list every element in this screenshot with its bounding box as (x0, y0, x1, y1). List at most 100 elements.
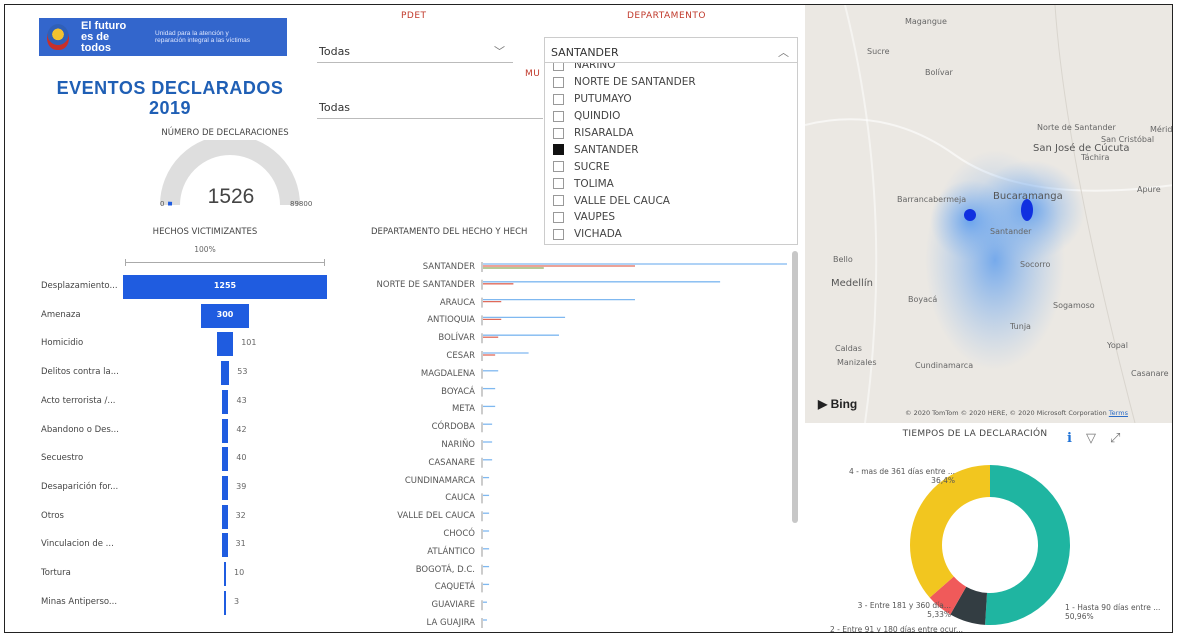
funnel-row-label: Tortura (41, 568, 71, 578)
funnel-row[interactable]: Acto terrorista /... 43 (35, 389, 335, 414)
departamento-options-list[interactable]: NARIÑO NORTE DE SANTANDER PUTUMAYO QUINDIO R… (544, 63, 798, 245)
dept-option-label: RISARALDA (574, 127, 634, 139)
funnel-row[interactable]: Minas Antiperso... 3 (35, 590, 335, 615)
funnel-row-label: Abandono o Des... (41, 424, 119, 435)
dashboard-frame: El futuro es de todos Unidad para la ate… (4, 4, 1173, 633)
funnel-row-label: Homicidio (41, 338, 84, 349)
funnel-row[interactable]: Abandono o Des... 42 (35, 418, 335, 443)
municipio-dropdown[interactable]: Todas (317, 93, 543, 119)
dept-label: ARAUCA (439, 297, 475, 308)
funnel-bar-value: 53 (237, 367, 248, 377)
dept-label: LA GUAJIRA (426, 618, 475, 628)
checkbox[interactable] (553, 228, 564, 240)
page-title: EVENTOS DECLARADOS 2019 (25, 78, 315, 118)
page-title-line2: 2019 (148, 98, 192, 118)
dept-option[interactable]: SANTANDER (545, 141, 797, 158)
dept-option-label: PUTUMAYO (574, 93, 632, 106)
funnel-row[interactable]: Homicidio 101 (35, 332, 335, 357)
funnel-bar[interactable] (224, 590, 226, 615)
funnel-bar-value: 300 (216, 309, 234, 319)
heat-map[interactable]: Magangue Sucre Bolívar Norte de Santander Sa… (805, 5, 1172, 423)
map-place-label: Medellín (831, 278, 873, 289)
map-place-label: Sucre (867, 47, 890, 56)
dept-label: NORTE DE SANTANDER (376, 279, 475, 290)
brand-banner: El futuro es de todos Unidad para la ate… (39, 18, 287, 56)
pdet-dropdown[interactable]: Todas ﹀ (317, 37, 513, 63)
coat-of-arms-icon (47, 24, 69, 50)
focus-mode-icon[interactable]: ⤢ (1110, 431, 1120, 446)
dept-option[interactable]: NORTE DE SANTANDER (545, 74, 797, 91)
dept-option[interactable]: PUTUMAYO (545, 91, 797, 108)
checkbox[interactable] (553, 110, 564, 122)
checkbox-checked[interactable] (553, 144, 564, 156)
dept-option[interactable]: VALLE DEL CAUCA (545, 192, 797, 209)
donut-slice-label: 3 - Entre 181 y 360 día... 5,33% (857, 601, 951, 619)
dept-option-label: VALLE DEL CAUCA (574, 194, 670, 207)
funnel-bar[interactable] (221, 389, 229, 414)
dept-option[interactable]: SUCRE (545, 158, 797, 175)
funnel-bar[interactable] (221, 418, 229, 443)
funnel-row[interactable]: Tortura 10 (35, 562, 335, 586)
filter-icon[interactable]: ▽ (1086, 431, 1096, 446)
departamento-dropdown[interactable]: SANTANDER ︿ (544, 37, 798, 63)
bing-logo: ▶ Bing (818, 397, 858, 411)
funnel-row-label: Minas Antiperso... (41, 596, 118, 607)
funnel-row[interactable]: Amenaza 300 (35, 303, 335, 328)
funnel-row[interactable]: Delitos contra la... 53 (35, 361, 335, 386)
checkbox[interactable] (553, 63, 564, 71)
funnel-bar[interactable] (224, 562, 226, 586)
donut-slice-label: 2 - Entre 91 y 180 días entre ocur...7,2… (829, 625, 963, 633)
funnel-bar[interactable] (221, 447, 229, 472)
funnel-bar-value: 31 (235, 539, 246, 549)
checkbox[interactable] (553, 211, 564, 223)
map-place-label: Táchira (1081, 153, 1110, 162)
map-place-label: Cundinamarca (915, 361, 974, 370)
donut-slice-label: 1 - Hasta 90 días entre ... 50,96% (1065, 603, 1161, 621)
info-icon[interactable]: i (1067, 431, 1072, 446)
dept-label: CASANARE (428, 457, 475, 468)
funnel-bar[interactable] (220, 361, 230, 386)
funnel-percent: 100% (194, 245, 216, 254)
checkbox[interactable] (553, 93, 564, 105)
dept-option-label: QUINDIO (574, 110, 621, 123)
dept-chart-title: DEPARTAMENTO DEL HECHO Y HECH (371, 227, 528, 237)
dept-label: CUNDINAMARCA (404, 475, 475, 486)
terms-link[interactable]: Terms (1109, 409, 1128, 417)
dept-option[interactable]: VICHADA (545, 226, 797, 243)
funnel-bar[interactable] (216, 332, 234, 357)
departamento-value: SANTANDER (551, 46, 619, 59)
funnel-bar[interactable] (222, 533, 228, 558)
dept-option[interactable]: TOLIMA (545, 175, 797, 192)
funnel-row[interactable]: Secuestro 40 (35, 447, 335, 472)
funnel-bar-value: 42 (236, 424, 247, 434)
dept-label: ATLÁNTICO (427, 546, 475, 557)
funnel-bar[interactable] (221, 475, 229, 500)
dept-option[interactable]: VAUPES (545, 209, 797, 226)
funnel-bar-value: 1255 (213, 281, 237, 290)
dept-label: VALLE DEL CAUCA (397, 511, 475, 522)
dept-option[interactable]: QUINDIO (545, 108, 797, 125)
dept-label: BOYACÁ (441, 386, 475, 397)
funnel-bar[interactable] (222, 504, 228, 529)
funnel-title: HECHOS VICTIMIZANTES (152, 227, 258, 237)
map-place-label: Socorro (1020, 260, 1051, 269)
dept-chart-scrollbar[interactable] (792, 251, 798, 523)
gauge-min: 0 (160, 200, 165, 208)
checkbox[interactable] (553, 178, 564, 190)
funnel-row[interactable]: Desplazamiento... 1255 (35, 275, 335, 299)
funnel-row[interactable]: Otros 32 (35, 504, 335, 529)
dept-label: CHOCÓ (443, 529, 475, 539)
checkbox[interactable] (553, 76, 564, 88)
funnel-scale-rule (125, 259, 325, 266)
checkbox[interactable] (553, 127, 564, 139)
dept-label: CESAR (446, 351, 475, 361)
checkbox[interactable] (553, 161, 564, 173)
gauge-value: 1526 (207, 185, 255, 208)
funnel-row[interactable]: Vinculacion de ... 31 (35, 533, 335, 558)
funnel-row-label: Secuestro (41, 453, 84, 464)
funnel-row[interactable]: Desaparición for... 39 (35, 475, 335, 500)
dept-option[interactable]: RISARALDA (545, 125, 797, 142)
dept-option[interactable]: NARIÑO (545, 63, 797, 74)
checkbox[interactable] (553, 195, 564, 207)
gauge-max: 89800 (290, 200, 313, 208)
